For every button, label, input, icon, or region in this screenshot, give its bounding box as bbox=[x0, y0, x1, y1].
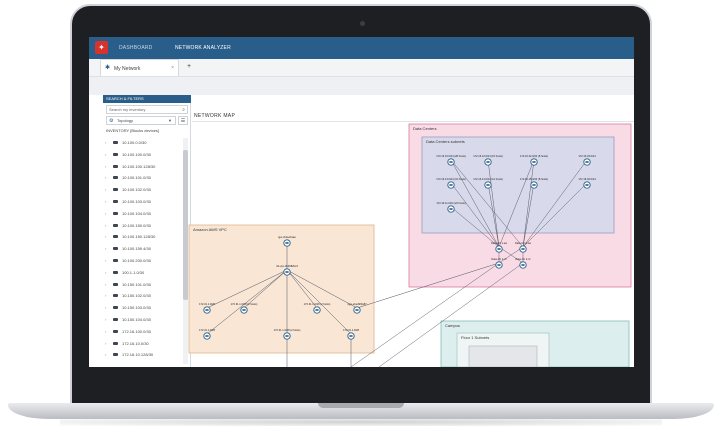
group-aws-box bbox=[188, 224, 375, 354]
node-label: vgw-ebed9f3a57 bbox=[347, 302, 367, 306]
group-dc-sub-label[interactable]: Data Centers subnets bbox=[426, 139, 465, 144]
device-glyph bbox=[521, 248, 525, 250]
device-glyph bbox=[486, 184, 490, 186]
node-label: 172.16.11.0/24 (22 hosts) bbox=[436, 201, 466, 205]
laptop-notch bbox=[318, 403, 404, 408]
node-label: 172.16.12.0/24 (15 hosts) bbox=[473, 154, 503, 158]
node-label: Data-Ctr 2-rtr bbox=[515, 257, 530, 261]
node-label: 172.16.15.0/24 (8 hosts) bbox=[520, 177, 548, 181]
device-glyph bbox=[532, 161, 536, 163]
device-glyph bbox=[205, 309, 209, 311]
group-aws-label[interactable]: Amazon AWS VPC bbox=[193, 227, 227, 232]
group-campus-label[interactable]: Campus bbox=[445, 323, 460, 328]
node-label: 172.16.33.0/24 bbox=[578, 154, 596, 158]
device-glyph bbox=[497, 248, 501, 250]
device-glyph bbox=[585, 161, 589, 163]
device-glyph bbox=[521, 264, 525, 266]
node-label: 172.16.10.0/24 (28 hosts) bbox=[436, 154, 466, 158]
laptop-mockup: ✦ DASHBOARD NETWORK ANALYZER ✱ My Networ… bbox=[0, 0, 722, 438]
node-label: 172.16.13.0/24 (31 hosts) bbox=[436, 177, 466, 181]
device-glyph bbox=[315, 309, 319, 311]
group-floor-label[interactable]: Floor 1 Subnets bbox=[461, 335, 489, 340]
app-screen: ✦ DASHBOARD NETWORK ANALYZER ✱ My Networ… bbox=[89, 37, 634, 367]
device-glyph bbox=[497, 264, 501, 266]
node-label: 172.31.1.0/28 (2 hosts) bbox=[274, 328, 301, 332]
device-glyph bbox=[449, 161, 453, 163]
device-glyph bbox=[532, 184, 536, 186]
node-label: 172.31.1.0/28 (2 hosts) bbox=[231, 302, 258, 306]
node-label: 172.31.1.0/28 bbox=[343, 328, 359, 332]
device-glyph bbox=[285, 335, 289, 337]
device-glyph bbox=[486, 161, 490, 163]
camera-icon bbox=[360, 21, 365, 26]
network-map-graph: igw-vb1eeb1ae rtb-vpc-0b4682bc3 172.31.1.0… bbox=[188, 123, 632, 367]
device-glyph bbox=[205, 335, 209, 337]
device-glyph bbox=[449, 184, 453, 186]
group-dc-label[interactable]: Data Centers bbox=[413, 126, 437, 131]
node-label: 172.16.32.0/24 bbox=[578, 177, 596, 181]
device-glyph bbox=[585, 184, 589, 186]
node-label: 172.16.14.0/24 (12 hosts) bbox=[473, 177, 503, 181]
node-label: Data-Ctr 1-sw bbox=[491, 241, 507, 245]
node-label: 172.31.1.0/28 (2 hosts) bbox=[304, 302, 331, 306]
node-label: igw-vb1eeb1ae bbox=[278, 235, 296, 239]
device-glyph bbox=[355, 309, 359, 311]
node-label: 172.16.22.0/24 (8 hosts) bbox=[520, 154, 548, 158]
device-glyph bbox=[349, 335, 353, 337]
node-label: rtb-vpc-0b4682bc3 bbox=[276, 264, 298, 268]
laptop-shadow bbox=[60, 418, 662, 426]
device-glyph bbox=[285, 271, 289, 273]
device-glyph bbox=[242, 309, 246, 311]
node-label: Data-Ctr 2-sw bbox=[515, 241, 531, 245]
floor-inner-box bbox=[468, 345, 538, 367]
node-label: Data-Ctr 1-rtr bbox=[491, 257, 506, 261]
device-glyph bbox=[449, 208, 453, 210]
device-glyph bbox=[285, 242, 289, 244]
node-label: 172.31.1.0/28 bbox=[199, 328, 215, 332]
node-label: 172.31.1.0/28 bbox=[199, 302, 215, 306]
